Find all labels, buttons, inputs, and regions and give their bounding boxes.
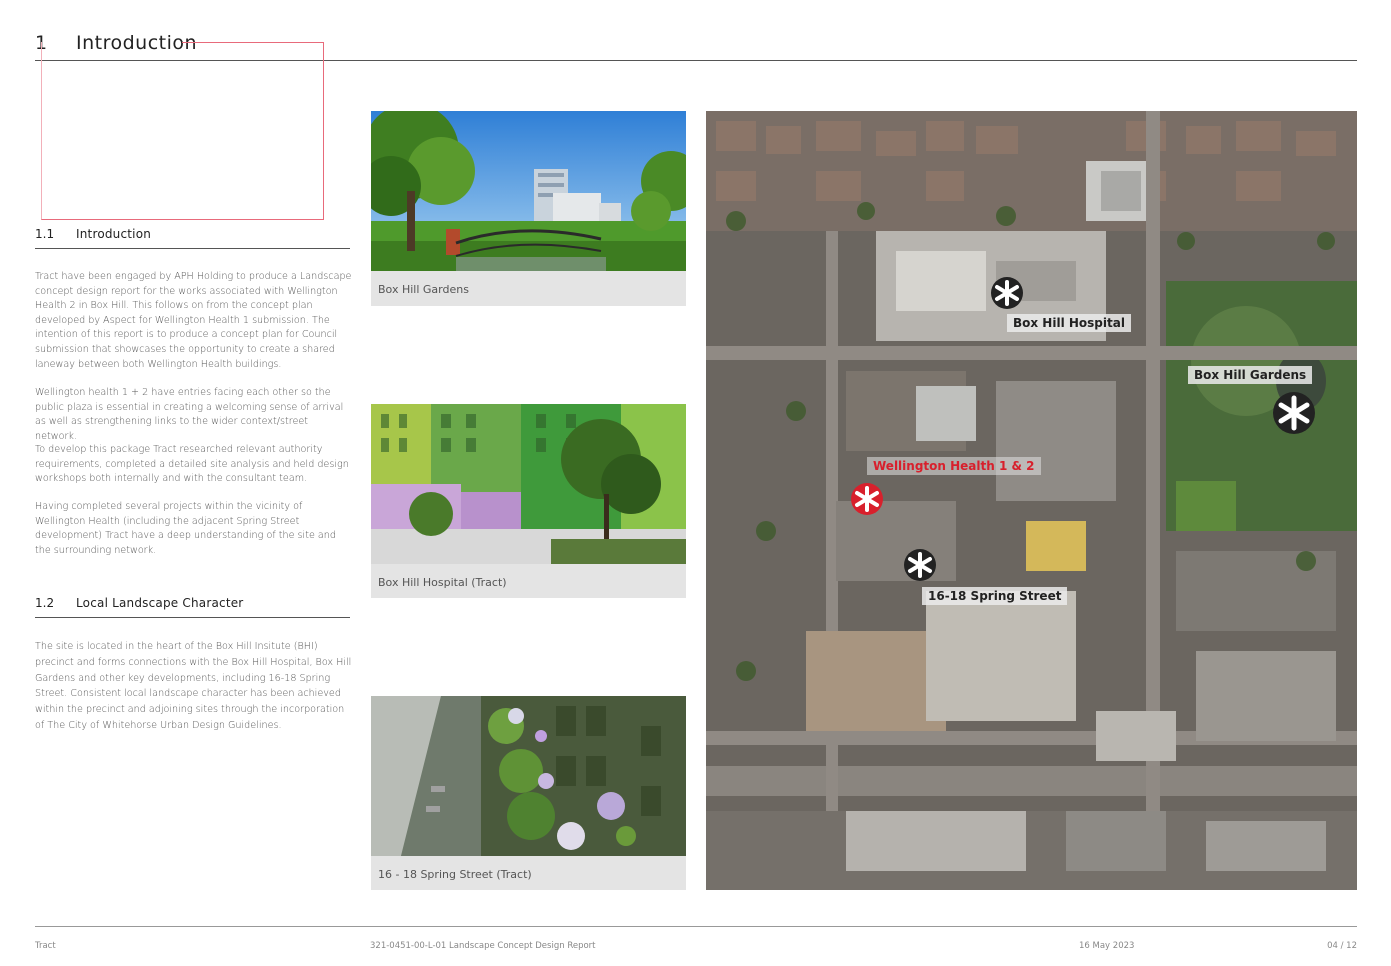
caption-text: 16 - 18 Spring Street (Tract) — [378, 868, 532, 881]
placeholder-frame — [41, 42, 324, 220]
placeholder-frame-top — [182, 42, 324, 43]
photo-caption: Box Hill Gardens — [371, 271, 686, 306]
landscape-paragraph: The site is located in the heart of the … — [35, 641, 352, 731]
hospital-image — [371, 404, 686, 564]
map-label-gardens: Box Hill Gardens — [1188, 366, 1313, 384]
photo-spring-street: 16 - 18 Spring Street (Tract) — [371, 696, 686, 890]
section-title: Local Landscape Character — [76, 596, 244, 610]
section-number: 1.1 — [35, 227, 55, 241]
gardens-image — [371, 111, 686, 271]
photo-box-hill-gardens: Box Hill Gardens — [371, 111, 686, 306]
caption-text: Box Hill Gardens — [378, 283, 469, 296]
page-footer: Tract 321-0451-00-L-01 Landscape Concept… — [35, 926, 1357, 951]
asterisk-marker-icon — [904, 549, 936, 581]
asterisk-marker-icon — [991, 277, 1023, 309]
intro-paragraph-3: To develop this package Tract researched… — [35, 444, 349, 485]
photo-caption: Box Hill Hospital (Tract) — [371, 564, 686, 598]
intro-paragraph-2: Wellington health 1 + 2 have entries fac… — [35, 387, 344, 442]
footer-company: Tract — [35, 941, 56, 951]
map-label-spring-street: 16-18 Spring Street — [922, 587, 1068, 605]
intro-paragraph-4: Having completed several projects within… — [35, 501, 336, 556]
asterisk-marker-icon — [1273, 392, 1315, 434]
footer-date: 16 May 2023 — [1079, 941, 1135, 951]
spring-street-image — [371, 696, 686, 856]
footer-document: 321-0451-00-L-01 Landscape Concept Desig… — [370, 941, 596, 951]
section-heading-introduction: 1.1 Introduction — [35, 227, 350, 249]
section-heading-landscape-character: 1.2 Local Landscape Character — [35, 596, 350, 618]
asterisk-marker-red-icon — [851, 483, 883, 515]
photo-box-hill-hospital: Box Hill Hospital (Tract) — [371, 404, 686, 598]
photo-caption: 16 - 18 Spring Street (Tract) — [371, 856, 686, 890]
section-number: 1.2 — [35, 596, 55, 610]
aerial-map-image — [706, 111, 1357, 890]
intro-paragraph-1: Tract have been engaged by APH Holding t… — [35, 271, 352, 370]
caption-text: Box Hill Hospital (Tract) — [378, 576, 507, 589]
section-title: Introduction — [76, 227, 152, 241]
aerial-map: Box Hill Hospital Box Hill Gardens Welli… — [706, 111, 1357, 890]
footer-page-number: 04 / 12 — [1327, 941, 1357, 951]
map-label-hospital: Box Hill Hospital — [1007, 314, 1131, 332]
map-label-wellington: Wellington Health 1 & 2 — [867, 457, 1041, 475]
